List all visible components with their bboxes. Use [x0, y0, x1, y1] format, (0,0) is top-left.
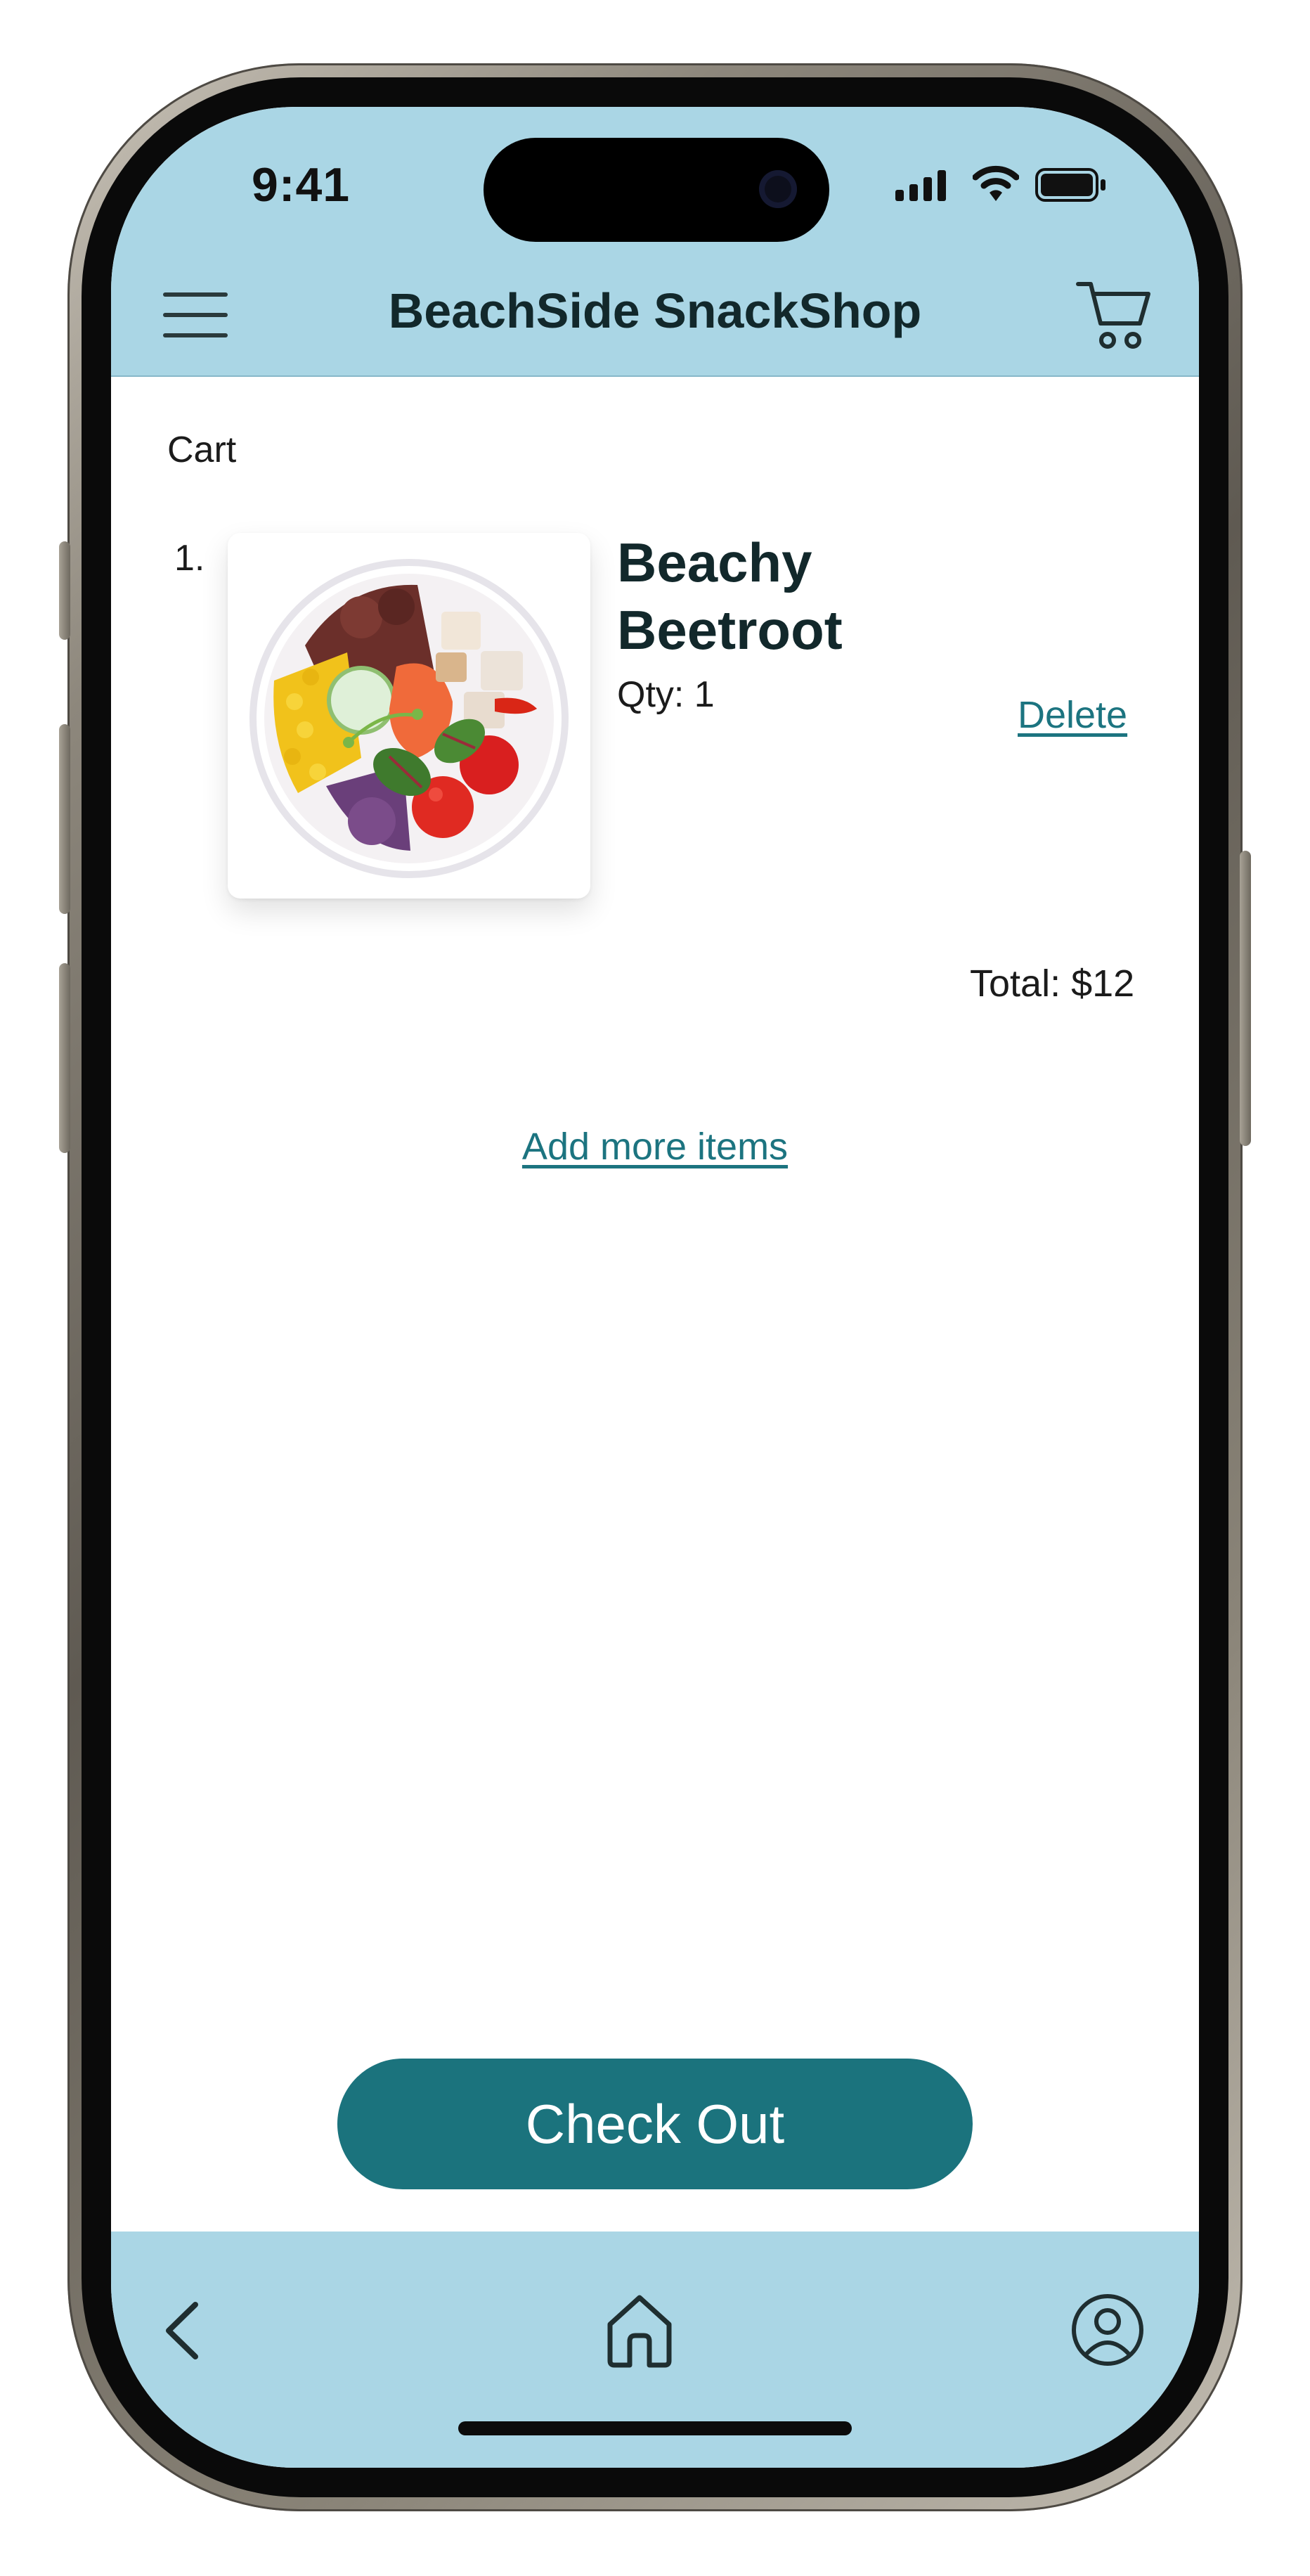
side-button-volume-up	[59, 724, 70, 914]
user-circle-icon[interactable]	[1070, 2292, 1146, 2368]
add-more-items-link[interactable]: Add more items	[111, 1125, 1199, 1168]
cart-total: Total: $12	[970, 962, 1135, 1005]
side-button-volume-down	[59, 963, 70, 1153]
cart-item-name-line2: Beetroot	[617, 599, 843, 661]
signal-icon	[895, 170, 946, 201]
delete-item-link[interactable]: Delete	[1018, 693, 1127, 737]
cart-item-index: 1.	[174, 538, 205, 579]
bottom-nav	[111, 2232, 1199, 2468]
home-indicator[interactable]	[458, 2421, 852, 2435]
phone-screen: 9:41 BeachSide SnackShop Cart 1. Beachy …	[111, 107, 1199, 2468]
cart-heading: Cart	[167, 430, 237, 470]
chevron-left-icon[interactable]	[159, 2299, 208, 2362]
checkout-button[interactable]: Check Out	[337, 2059, 973, 2189]
dynamic-island	[484, 138, 829, 242]
cart-item-image	[228, 533, 590, 899]
app-title: BeachSide SnackShop	[388, 283, 922, 338]
side-button-silent	[59, 541, 70, 640]
battery-icon	[1035, 168, 1105, 202]
status-time: 9:41	[252, 158, 351, 212]
wifi-icon	[973, 165, 1019, 201]
front-camera	[759, 170, 797, 208]
cart-item-name-line1: Beachy	[617, 532, 812, 593]
cart-icon[interactable]	[1075, 278, 1153, 353]
cart-item-qty: Qty: 1	[617, 674, 715, 715]
app-header: 9:41 BeachSide SnackShop	[111, 107, 1199, 377]
home-icon[interactable]	[603, 2292, 676, 2369]
cart-item-name: Beachy Beetroot	[617, 529, 1039, 664]
salad-bowl-image	[249, 559, 569, 878]
side-button-power	[1240, 851, 1251, 1146]
